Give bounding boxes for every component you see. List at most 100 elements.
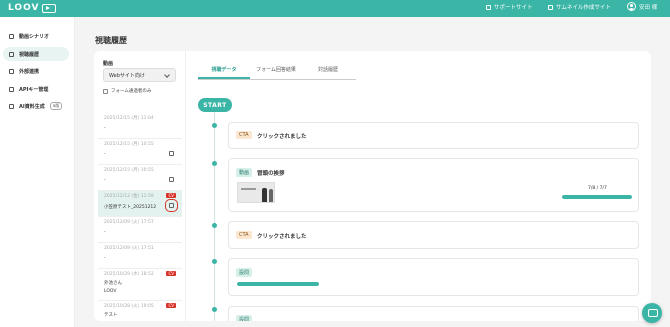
chevron-down-icon xyxy=(164,72,170,78)
checkbox[interactable] xyxy=(103,88,108,94)
timeline-event-question: 設問 xyxy=(228,258,639,296)
event-tag: 動画 xyxy=(236,168,253,177)
chat-log-icon[interactable] xyxy=(165,199,178,212)
link-icon xyxy=(9,68,14,74)
session-company: LOOV xyxy=(104,289,117,294)
sidebar-item-video-scenario[interactable]: 動画シナリオ xyxy=(3,29,69,43)
timeline-dot xyxy=(212,307,217,312)
thumbnail-title-bar xyxy=(241,188,256,190)
event-text: クリックされました xyxy=(257,234,307,240)
timeline-dot xyxy=(212,123,217,128)
tab-view-data[interactable]: 視聴データ xyxy=(198,66,250,79)
user-menu[interactable]: 安田 様 xyxy=(627,2,657,11)
users-icon xyxy=(9,51,14,57)
sidebar-item-view-history[interactable]: 視聴履歴 xyxy=(3,47,69,61)
session-date: 2025/10/28 (火) 19:05 xyxy=(104,304,154,309)
cv-badge: CV xyxy=(166,303,176,308)
support-site-link[interactable]: サポートサイト xyxy=(486,3,533,11)
session-name: 小笠原テスト_20251212 xyxy=(104,205,157,210)
video-label: 動画 xyxy=(103,61,114,67)
chat-log-icon[interactable] xyxy=(169,151,174,156)
video-thumbnail[interactable] xyxy=(237,182,275,203)
page-title: 視聴履歴 xyxy=(95,36,127,45)
external-link-icon xyxy=(548,4,553,10)
session-date: 2025/12/09 (火) 17:51 xyxy=(104,246,154,251)
session-item[interactable]: 2025/12/09 (火) 17:51 - xyxy=(98,243,182,269)
logo-text: LOOV xyxy=(8,3,40,13)
session-item[interactable]: 2025/12/09 (火) 17:57 - xyxy=(98,217,182,243)
session-date: 2025/10/29 (水) 18:52 xyxy=(104,272,154,277)
main-card: 動画 Webサイト向け フォーム通過者のみ 2025/12/15 (月) 11:… xyxy=(94,51,651,321)
session-name: - xyxy=(104,230,106,235)
session-list-panel: 動画 Webサイト向け フォーム通過者のみ 2025/12/15 (月) 11:… xyxy=(94,51,186,321)
session-date: 2025/12/15 (月) 10:55 xyxy=(104,142,154,147)
session-name: テスト xyxy=(104,313,118,318)
person-figure xyxy=(262,188,267,202)
sidebar-item-label: 視聴履歴 xyxy=(19,51,40,58)
chat-support-button[interactable] xyxy=(642,303,662,323)
sidebar-item-label: 外部連携 xyxy=(19,68,40,75)
event-tag: CTA xyxy=(236,131,252,139)
timeline-line xyxy=(214,112,215,321)
sidebar-item-label: AI資料生成 xyxy=(19,103,45,110)
sidebar: 動画シナリオ 視聴履歴 外部連携 APIキー管理 AI資料生成 α版 xyxy=(0,17,75,327)
top-header: LOOV サポートサイト サムネイル作成サイト 安田 様 xyxy=(0,0,670,17)
session-item[interactable]: 2025/12/15 (月) 10:55 - xyxy=(98,165,182,191)
event-tag: CTA xyxy=(236,231,252,239)
thumbnail-site-link[interactable]: サムネイル作成サイト xyxy=(548,3,611,11)
session-name: - xyxy=(104,178,106,183)
session-item[interactable]: 2025/10/29 (水) 18:52 外池さん LOOV CV xyxy=(98,269,182,301)
session-name: 外池さん xyxy=(104,281,122,286)
document-icon xyxy=(9,103,14,109)
camera-icon xyxy=(42,3,57,13)
timeline-event-question: 設問 xyxy=(228,306,639,321)
alpha-badge: α版 xyxy=(49,102,63,110)
timeline-dot xyxy=(212,161,217,166)
tab-form-results[interactable]: フォーム回答結果 xyxy=(250,66,302,79)
timeline-event-cta: CTA クリックされました xyxy=(228,122,639,149)
chat-log-icon[interactable] xyxy=(169,177,174,182)
sidebar-item-api-keys[interactable]: APIキー管理 xyxy=(3,82,69,96)
detail-tabs: 視聴データ フォーム回答結果 対話履歴 xyxy=(198,66,356,80)
tab-chat-history[interactable]: 対話履歴 xyxy=(302,66,354,79)
video-select[interactable]: Webサイト向け xyxy=(103,68,176,82)
session-item[interactable]: 2025/12/15 (月) 11:04 - xyxy=(98,113,182,139)
thumbnail-site-label: サムネイル作成サイト xyxy=(556,5,611,11)
form-only-label: フォーム通過者のみ xyxy=(111,89,152,94)
progress-label: 7/8 / 7/7 xyxy=(588,186,607,191)
session-date: 2025/12/12 (金) 11:59 xyxy=(104,194,154,199)
session-name: - xyxy=(104,152,106,157)
timeline-dot xyxy=(212,223,217,228)
timeline-event-video: 動画 冒頭の挨拶 7/8 / 7/7 xyxy=(228,158,639,212)
event-text: クリックされました xyxy=(257,134,307,140)
session-date: 2025/12/09 (火) 17:57 xyxy=(104,220,154,225)
user-avatar-icon xyxy=(627,2,636,11)
user-name: 安田 様 xyxy=(639,4,658,11)
event-text: 冒頭の挨拶 xyxy=(257,171,285,177)
session-item[interactable]: 2025/12/15 (月) 10:55 - xyxy=(98,139,182,165)
person-figure xyxy=(269,189,273,202)
sidebar-item-ai-doc[interactable]: AI資料生成 α版 xyxy=(3,99,69,113)
cv-badge: CV xyxy=(166,193,176,198)
form-only-filter[interactable]: フォーム通過者のみ xyxy=(103,88,151,94)
session-name: - xyxy=(104,256,106,261)
sidebar-item-integrations[interactable]: 外部連携 xyxy=(3,64,69,78)
session-item[interactable]: 2025/10/28 (火) 19:05 テスト CV xyxy=(98,301,182,321)
session-date: 2025/12/15 (月) 11:04 xyxy=(104,116,154,121)
session-name: - xyxy=(104,126,106,131)
support-site-label: サポートサイト xyxy=(494,5,533,11)
progress-fill xyxy=(562,195,632,199)
loov-logo[interactable]: LOOV xyxy=(8,3,57,13)
timeline-dot xyxy=(212,259,217,264)
progress-track xyxy=(237,282,319,286)
event-tag: 設問 xyxy=(236,268,253,277)
sidebar-item-label: 動画シナリオ xyxy=(19,33,50,40)
cv-badge: CV xyxy=(166,271,176,276)
event-tag: 設問 xyxy=(236,315,253,321)
sidebar-item-label: APIキー管理 xyxy=(19,86,49,93)
session-item-selected[interactable]: 2025/12/12 (金) 11:59 小笠原テスト_20251212 CV xyxy=(98,191,182,217)
progress-track xyxy=(562,195,632,199)
video-icon xyxy=(9,33,14,39)
progress-fill xyxy=(237,282,319,286)
external-link-icon xyxy=(486,4,491,10)
